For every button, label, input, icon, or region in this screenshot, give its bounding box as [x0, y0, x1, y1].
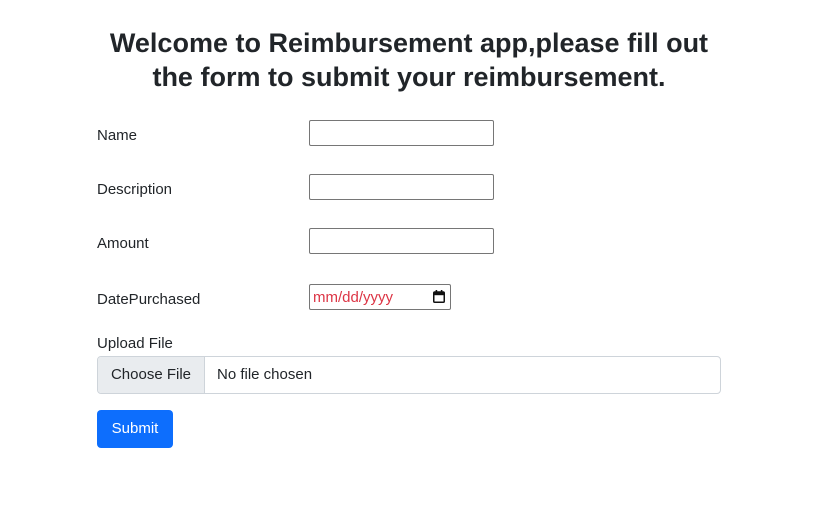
reimbursement-page: Welcome to Reimbursement app,please fill… [0, 0, 814, 522]
upload-file-label: Upload File [97, 335, 173, 352]
file-upload-input[interactable]: Choose File No file chosen [97, 356, 721, 394]
description-row: Description [97, 174, 721, 206]
choose-file-button[interactable]: Choose File [98, 357, 205, 393]
amount-label: Amount [97, 235, 149, 252]
file-status-text: No file chosen [217, 366, 313, 383]
name-label: Name [97, 127, 138, 144]
date-purchased-row: DatePurchased mm/dd/yyyy [97, 284, 721, 316]
submit-button[interactable]: Submit [97, 410, 173, 448]
amount-input[interactable] [309, 228, 494, 254]
calendar-icon[interactable] [433, 290, 445, 303]
page-heading: Welcome to Reimbursement app,please fill… [109, 28, 709, 92]
description-input[interactable] [309, 174, 494, 200]
amount-row: Amount [97, 228, 721, 260]
name-input[interactable] [309, 120, 494, 146]
date-placeholder: mm/dd/yyyy [313, 289, 394, 306]
description-label: Description [97, 181, 173, 198]
date-purchased-input[interactable]: mm/dd/yyyy [309, 284, 451, 310]
name-row: Name [97, 120, 721, 152]
date-purchased-label: DatePurchased [97, 291, 201, 308]
